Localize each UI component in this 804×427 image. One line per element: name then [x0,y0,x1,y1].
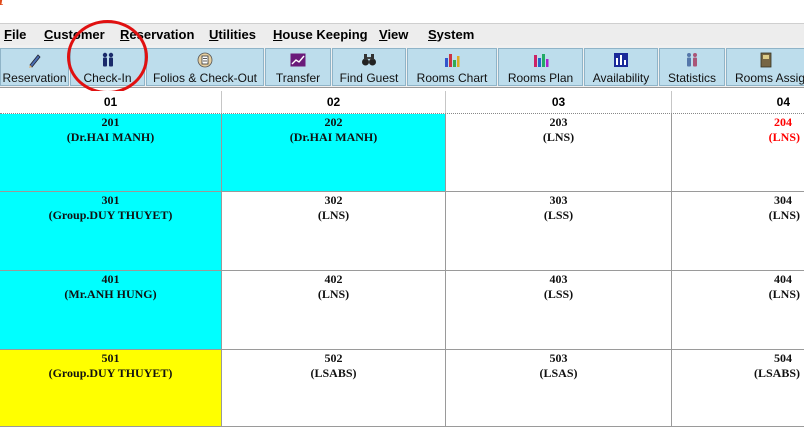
room-status: (Group.DUY THUYET) [48,366,173,380]
column-header: 04 [776,95,790,109]
room-cell[interactable]: 203 (LNS) [446,114,672,192]
rooms-assign-icon [760,52,771,68]
room-cell[interactable]: 401 (Mr.ANH HUNG) [0,271,222,350]
room-cell[interactable]: 501 (Group.DUY THUYET) [0,350,222,427]
room-cell[interactable]: 402 (LNS) [222,271,446,350]
room-number: 502 [324,351,343,365]
transfer-icon [290,53,306,67]
room-cell[interactable]: 303 (LSS) [446,192,672,271]
room-number: 401 [101,272,120,286]
room-number: 504 [774,351,792,365]
reservation-button[interactable]: Reservation [0,48,69,86]
room-cell[interactable]: 503 (LSAS) [446,350,672,427]
menu-system[interactable]: System [428,27,474,42]
room-status: (LNS) [768,130,800,144]
room-number: 304 [774,193,792,207]
room-number: 203 [549,115,568,129]
room-status: (LSAS) [539,366,578,380]
room-status: (Dr.HAI MANH) [289,130,378,144]
room-number: 302 [324,193,343,207]
room-status: (LNS) [542,130,575,144]
room-status: (LNS) [317,208,350,222]
folios-checkout-button[interactable]: Folios & Check-Out [146,48,264,86]
menu-house-keeping[interactable]: House Keeping [273,27,368,42]
menu-bar: File Customer Reservation Utilities Hous… [0,23,804,45]
room-number: 204 [774,115,792,129]
binoculars-icon [362,54,376,66]
menu-utilities[interactable]: Utilities [209,27,256,42]
column-header: 02 [222,91,446,113]
room-number: 202 [324,115,343,129]
column-header-row: 01 02 03 04 [0,91,804,113]
room-number: 303 [549,193,568,207]
pen-icon [28,54,41,68]
statistics-icon [687,53,697,67]
menu-customer[interactable]: Customer [44,27,105,42]
room-cell[interactable]: 502 (LSABS) [222,350,446,427]
room-cell[interactable]: 204 (LNS) [672,114,804,192]
find-guest-button[interactable]: Find Guest [332,48,406,86]
room-cell[interactable]: 304 (LNS) [672,192,804,271]
room-status: (LSABS) [753,366,800,380]
column-header: 03 [446,91,672,113]
room-number: 403 [549,272,568,286]
room-number: 201 [101,115,120,129]
room-number: 503 [549,351,568,365]
rooms-plan-icon [533,54,548,67]
folio-icon [197,52,213,68]
room-status: (Dr.HAI MANH) [66,130,155,144]
room-number: 402 [324,272,343,286]
room-cell[interactable]: 403 (LSS) [446,271,672,350]
rooms-chart-button[interactable]: Rooms Chart [407,48,497,86]
room-number: 404 [774,272,792,286]
toolbar: Reservation Check-In Folios & Check-Out … [0,45,804,88]
room-status: (LNS) [768,287,800,301]
menu-view[interactable]: View [379,27,408,42]
transfer-button[interactable]: Transfer [265,48,331,86]
room-status: (LNS) [317,287,350,301]
rooms-chart-icon [445,54,460,67]
rooms-plan-button[interactable]: Rooms Plan [498,48,583,86]
people-icon [102,52,113,67]
room-cell[interactable]: 302 (LNS) [222,192,446,271]
room-cell[interactable]: 404 (LNS) [672,271,804,350]
room-status: (Group.DUY THUYET) [48,208,173,222]
rooms-assign-button[interactable]: Rooms Assig [726,48,804,86]
room-status: (LNS) [768,208,800,222]
menu-file[interactable]: File [4,27,26,42]
room-status: (LSS) [543,287,574,301]
room-cell[interactable]: 301 (Group.DUY THUYET) [0,192,222,271]
column-header: 01 [0,91,222,113]
statistics-button[interactable]: Statistics [659,48,725,86]
availability-button[interactable]: Availability [584,48,658,86]
room-cell[interactable]: 201 (Dr.HAI MANH) [0,114,222,192]
room-status: (Mr.ANH HUNG) [64,287,157,301]
room-number: 501 [101,351,120,365]
room-cell[interactable]: 504 (LSABS) [672,350,804,427]
rooms-grid: 201 (Dr.HAI MANH) 202 (Dr.HAI MANH) 203 (LNS)… [0,114,804,427]
availability-icon [614,53,628,67]
room-status: (LSABS) [310,366,357,380]
title-bar: T [0,0,804,23]
room-number: 301 [101,193,120,207]
room-status: (LSS) [543,208,574,222]
app-icon: T [0,0,6,10]
room-cell[interactable]: 202 (Dr.HAI MANH) [222,114,446,192]
check-in-button[interactable]: Check-In [70,48,145,86]
menu-reservation[interactable]: Reservation [120,27,194,42]
